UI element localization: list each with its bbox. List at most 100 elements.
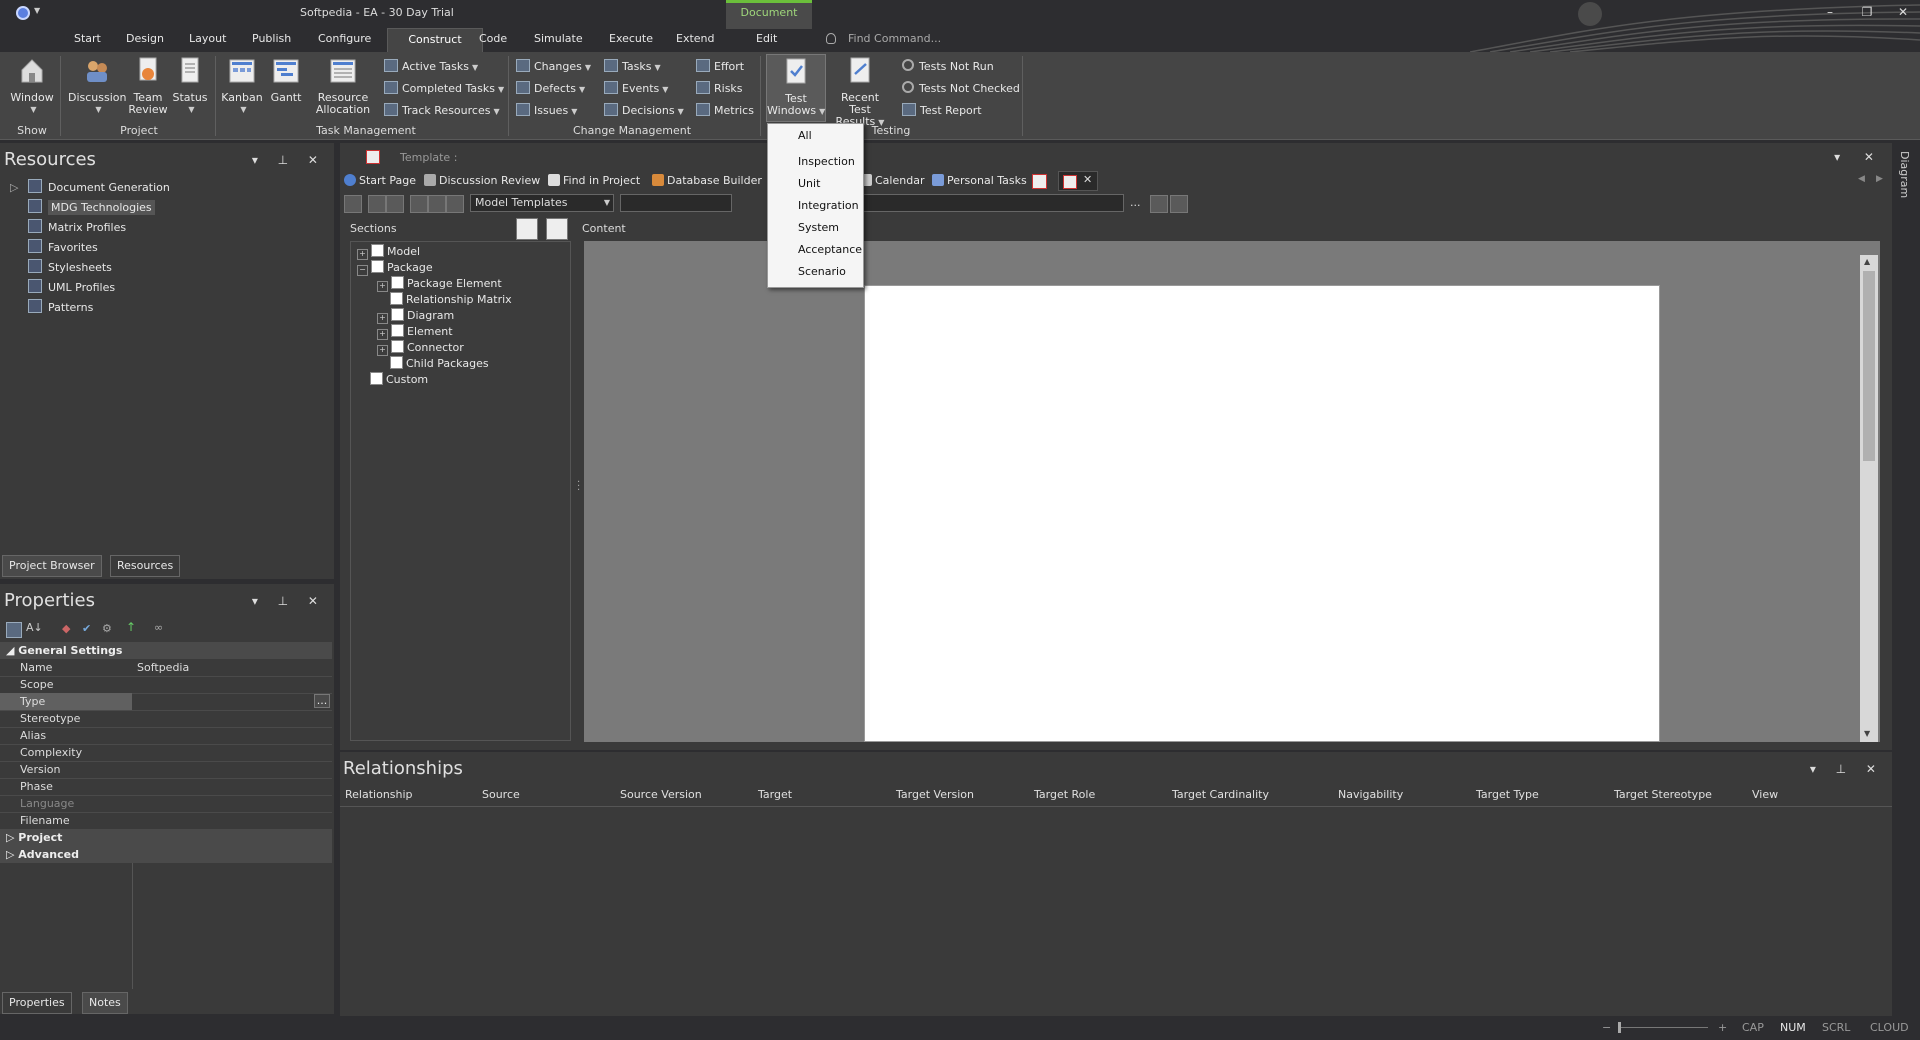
section-item[interactable]: Child Packages <box>390 356 489 372</box>
completed-tasks-button[interactable]: Completed Tasks ▼ <box>384 80 504 98</box>
tab-discussion-review[interactable]: Discussion Review <box>424 171 540 191</box>
options-icon[interactable] <box>428 195 446 213</box>
new-document-icon[interactable] <box>344 195 362 213</box>
resource-allocation-button[interactable]: Resource Allocation <box>314 56 372 116</box>
secondary-select[interactable] <box>620 194 732 212</box>
tab-design[interactable]: Design <box>118 28 172 52</box>
discussion-button[interactable]: Discussion ▼ <box>68 56 127 116</box>
resource-item-patterns[interactable]: Patterns <box>28 299 93 317</box>
up-arrow-icon[interactable]: ↑ <box>126 620 136 634</box>
section-checkbox[interactable] <box>371 244 384 257</box>
defects-button[interactable]: Defects ▼ <box>516 80 585 98</box>
column-target-cardinality[interactable]: Target Cardinality <box>1172 788 1269 801</box>
column-target-stereotype[interactable]: Target Stereotype <box>1614 788 1712 801</box>
column-relationship[interactable]: Relationship <box>345 788 413 801</box>
tab-layout[interactable]: Layout <box>181 28 234 52</box>
restore-button[interactable]: ❐ <box>1852 2 1882 22</box>
settings-tool-icon[interactable] <box>1170 195 1188 213</box>
property-row[interactable]: Complexity <box>0 744 332 762</box>
tab-start-page[interactable]: Start Page <box>344 171 416 191</box>
save-icon[interactable] <box>368 195 386 213</box>
section-checkbox[interactable] <box>371 260 384 273</box>
tabs-scroll-right-icon[interactable]: ▶ <box>1876 174 1883 184</box>
scroll-down-icon[interactable]: ▼ <box>1864 729 1870 738</box>
tab-code[interactable]: Code <box>471 28 515 52</box>
expand-icon[interactable]: + <box>377 281 388 292</box>
column-navigability[interactable]: Navigability <box>1338 788 1403 801</box>
tasks-button[interactable]: Tasks ▼ <box>604 58 661 76</box>
expand-arrow-icon[interactable]: ▷ <box>10 179 18 197</box>
recent-test-results-button[interactable]: Recent Test Results ▼ <box>830 56 890 129</box>
menu-item-acceptance[interactable]: Acceptance <box>768 240 865 260</box>
tab-project-browser[interactable]: Project Browser <box>2 555 102 577</box>
zoom-slider[interactable] <box>1618 1022 1708 1033</box>
property-row[interactable]: Name Softpedia <box>0 659 332 677</box>
section-item[interactable]: Relationship Matrix <box>390 292 512 308</box>
template-select[interactable]: Model Templates ▼ <box>470 194 614 212</box>
tab-template-active[interactable]: ✕ <box>1058 171 1098 191</box>
generate-icon[interactable] <box>410 195 428 213</box>
splitter-handle[interactable]: · · · <box>574 241 584 741</box>
section-checkbox[interactable] <box>391 308 404 321</box>
copy-icon[interactable] <box>386 195 404 213</box>
panel-controls[interactable]: ▾ ⊥ ✕ <box>252 153 326 167</box>
sort-alpha-icon[interactable]: A↓ <box>26 621 43 634</box>
property-row[interactable]: Scope <box>0 676 332 694</box>
section-checkbox[interactable] <box>370 372 383 385</box>
section-up-icon[interactable] <box>516 218 538 240</box>
tab-calendar[interactable]: Calendar <box>860 171 924 191</box>
resource-item-document-generation[interactable]: ▷ Document Generation <box>10 179 170 197</box>
app-logo-icon[interactable] <box>16 6 30 20</box>
tab-personal-tasks[interactable]: Personal Tasks <box>932 171 1027 191</box>
scroll-thumb[interactable] <box>1863 271 1875 461</box>
risks-button[interactable]: Risks <box>696 80 743 98</box>
changes-button[interactable]: Changes ▼ <box>516 58 591 76</box>
zoom-out-button[interactable]: − <box>1602 1021 1611 1034</box>
resource-item-favorites[interactable]: Favorites <box>28 239 98 257</box>
settings-icon[interactable]: ⚙ <box>102 622 112 635</box>
property-row[interactable]: Filename <box>0 812 332 830</box>
column-target-role[interactable]: Target Role <box>1034 788 1095 801</box>
view-icon[interactable] <box>446 195 464 213</box>
glasses-icon[interactable]: ∞ <box>154 621 163 634</box>
property-group-general[interactable]: ◢ General Settings <box>0 642 332 659</box>
gantt-button[interactable]: Gantt <box>266 56 306 104</box>
close-tab-icon[interactable]: ✕ <box>1083 173 1092 186</box>
section-item[interactable]: − Package <box>357 260 433 276</box>
section-checkbox[interactable] <box>391 340 404 353</box>
section-checkbox[interactable] <box>390 356 403 369</box>
section-item[interactable]: + Diagram <box>377 308 454 324</box>
resource-item-stylesheets[interactable]: Stylesheets <box>28 259 112 277</box>
section-checkbox[interactable] <box>390 292 403 305</box>
column-target-type[interactable]: Target Type <box>1476 788 1539 801</box>
content-vscrollbar[interactable]: ▲ ▼ <box>1860 255 1878 742</box>
status-button[interactable]: Status ▼ <box>170 56 210 116</box>
kanban-button[interactable]: Kanban ▼ <box>220 56 264 116</box>
tab-publish[interactable]: Publish <box>244 28 299 52</box>
tab-execute[interactable]: Execute <box>601 28 661 52</box>
type-ellipsis-button[interactable]: ... <box>314 694 330 708</box>
column-view[interactable]: View <box>1752 788 1778 801</box>
tab-simulate[interactable]: Simulate <box>526 28 591 52</box>
section-item[interactable]: + Package Element <box>377 276 502 292</box>
close-window-button[interactable]: ✕ <box>1888 2 1918 22</box>
tab-database-builder[interactable]: Database Builder <box>652 171 762 191</box>
resource-item-matrix-profiles[interactable]: Matrix Profiles <box>28 219 126 237</box>
menu-item-scenario[interactable]: Scenario <box>768 262 865 282</box>
panel-controls[interactable]: ▾ ⊥ ✕ <box>252 594 326 608</box>
tab-start[interactable]: Start <box>66 28 109 52</box>
app-menu-chevron-icon[interactable]: ▼ <box>34 6 40 15</box>
metrics-button[interactable]: Metrics <box>696 102 754 120</box>
tabs-scroll-left-icon[interactable]: ◀ <box>1858 174 1865 184</box>
browse-ellipsis-button[interactable]: ... <box>1130 196 1141 209</box>
property-row[interactable]: Version <box>0 761 332 779</box>
property-value[interactable]: Softpedia <box>137 659 189 676</box>
property-row[interactable]: Phase <box>0 778 332 796</box>
property-group-project[interactable]: ▷ Project <box>0 829 332 846</box>
decisions-button[interactable]: Decisions ▼ <box>604 102 684 120</box>
section-item[interactable]: + Connector <box>377 340 464 356</box>
section-down-icon[interactable] <box>546 218 568 240</box>
tests-not-checked-button[interactable]: Tests Not Checked <box>902 80 1020 98</box>
section-item[interactable]: + Element <box>377 324 453 340</box>
expand-icon[interactable]: + <box>377 313 388 324</box>
